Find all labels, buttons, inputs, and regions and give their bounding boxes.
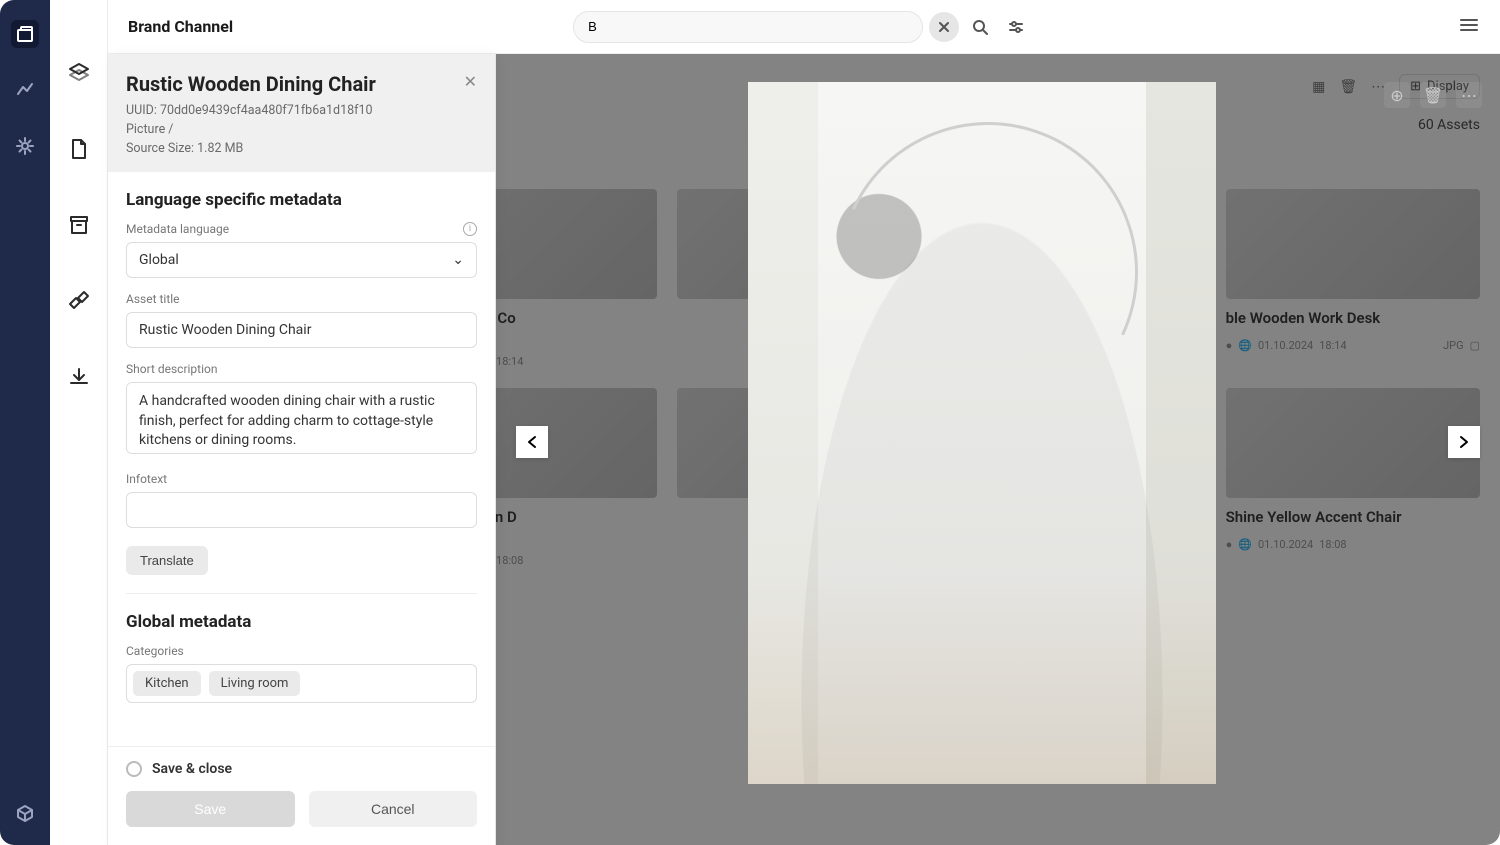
search-icon[interactable] [965,12,995,42]
short-desc-input[interactable] [126,382,477,454]
nav-rail [0,0,50,845]
cancel-button[interactable]: Cancel [309,791,478,827]
link-icon[interactable] [61,283,97,319]
metadata-lang-value: Global [139,252,179,268]
overlay-add-icon[interactable]: ⊕ [1384,82,1410,108]
save-button[interactable]: Save [126,791,295,827]
info-icon[interactable]: i [463,222,477,236]
asset-title-label: Asset title [126,292,180,306]
uuid-line: UUID: 70dd0e9439cf4aa480f71fb6a1d18f10 [126,102,475,121]
menu-icon[interactable] [1458,14,1480,40]
rail-analytics-icon[interactable] [11,76,39,104]
divider [126,593,477,594]
category-chip[interactable]: Kitchen [133,671,201,696]
prev-asset-button[interactable] [516,426,548,458]
top-bar: Brand Channel [108,0,1500,54]
save-close-radio[interactable] [126,761,142,777]
save-close-label: Save & close [152,761,232,777]
layers-icon[interactable] [61,55,97,91]
tune-icon[interactable] [1001,12,1031,42]
categories-label: Categories [126,644,184,658]
infotext-label: Infotext [126,472,167,486]
search-input[interactable] [573,11,923,43]
rail-cube-icon[interactable] [11,799,39,827]
rail-settings-icon[interactable] [11,132,39,160]
category-chip[interactable]: Living room [209,671,301,696]
archive-icon[interactable] [61,207,97,243]
tool-column [50,0,108,845]
chevron-down-icon: ⌄ [452,252,464,268]
download-icon[interactable] [61,359,97,395]
overlay-more-icon[interactable]: ⋯ [1456,82,1482,108]
close-icon[interactable]: ✕ [464,72,477,91]
infotext-input[interactable] [126,492,477,528]
section-lang-header: Language specific metadata [126,190,477,210]
asset-preview [748,82,1216,784]
short-desc-label: Short description [126,362,217,376]
asset-title-input[interactable] [126,312,477,348]
overlay-delete-icon[interactable]: 🗑 [1420,82,1446,108]
section-global-header: Global metadata [126,612,477,632]
search-clear-icon[interactable] [929,12,959,42]
panel-title: Rustic Wooden Dining Chair [126,72,475,96]
metadata-lang-label: Metadata language [126,222,229,236]
rail-library-icon[interactable] [11,20,39,48]
type-line: Picture / [126,121,475,140]
details-panel: Rustic Wooden Dining Chair ✕ UUID: 70dd0… [108,54,496,845]
preview-image [748,82,1216,784]
metadata-lang-select[interactable]: Global ⌄ [126,242,477,278]
next-asset-button[interactable] [1448,426,1480,458]
size-line: Source Size: 1.82 MB [126,140,475,159]
document-icon[interactable] [61,131,97,167]
brand-title: Brand Channel [128,17,233,36]
translate-button[interactable]: Translate [126,546,208,575]
categories-input[interactable]: Kitchen Living room [126,664,477,703]
